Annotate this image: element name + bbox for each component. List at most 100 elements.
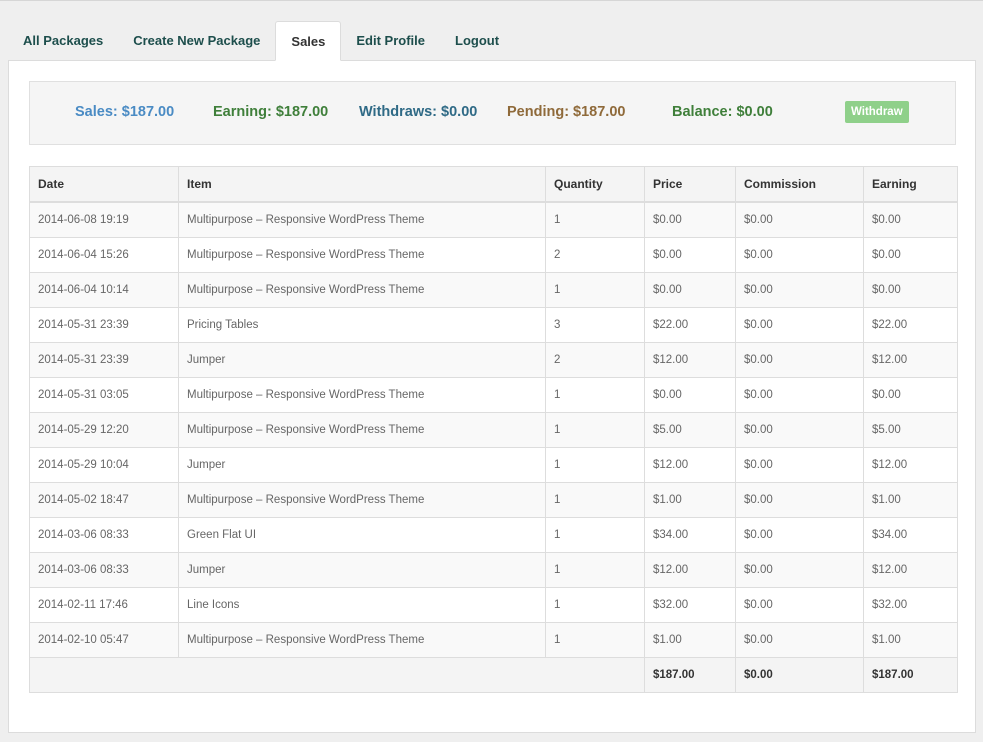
cell-price: $34.00 [644, 517, 736, 553]
cell-item: Jumper [178, 342, 546, 378]
cell-commission: $0.00 [735, 412, 864, 448]
cell-price: $1.00 [644, 482, 736, 518]
table-row: 2014-02-11 17:46 Line Icons 1 $32.00 $0.00 $3… [29, 587, 958, 623]
col-header-price: Price [644, 166, 736, 203]
cell-quantity: 2 [545, 342, 645, 378]
cell-date: 2014-06-08 19:19 [29, 201, 179, 238]
cell-commission: $0.00 [735, 552, 864, 588]
balance-total: Balance: $0.00 [672, 104, 773, 120]
cell-date: 2014-03-06 08:33 [29, 552, 179, 588]
sales-summary: Sales: $187.00 Earning: $187.00 Withdraw… [29, 81, 956, 145]
cell-commission: $0.00 [735, 201, 864, 238]
top-border [0, 0, 983, 1]
cell-date: 2014-05-31 23:39 [29, 342, 179, 378]
cell-item: Multipurpose – Responsive WordPress Them… [178, 201, 546, 238]
cell-quantity: 1 [545, 587, 645, 623]
cell-commission: $0.00 [735, 517, 864, 553]
cell-quantity: 2 [545, 237, 645, 273]
cell-quantity: 1 [545, 622, 645, 658]
cell-earning: $22.00 [863, 307, 958, 343]
cell-quantity: 1 [545, 201, 645, 238]
cell-item: Multipurpose – Responsive WordPress Them… [178, 237, 546, 273]
table-header-row: Date Item Quantity Price Commission Earn… [29, 166, 958, 203]
cell-item: Pricing Tables [178, 307, 546, 343]
cell-date: 2014-05-31 03:05 [29, 377, 179, 413]
cell-item: Green Flat UI [178, 517, 546, 553]
cell-price: $12.00 [644, 552, 736, 588]
cell-earning: $0.00 [863, 237, 958, 273]
cell-quantity: 1 [545, 552, 645, 588]
total-earning: $187.00 [863, 657, 958, 693]
cell-commission: $0.00 [735, 622, 864, 658]
cell-commission: $0.00 [735, 272, 864, 308]
cell-price: $1.00 [644, 622, 736, 658]
col-header-item: Item [178, 166, 546, 203]
cell-date: 2014-06-04 10:14 [29, 272, 179, 308]
cell-price: $32.00 [644, 587, 736, 623]
table-row: 2014-06-08 19:19 Multipurpose – Responsiv… [29, 201, 958, 238]
cell-earning: $12.00 [863, 552, 958, 588]
cell-price: $0.00 [644, 272, 736, 308]
cell-price: $12.00 [644, 447, 736, 483]
cell-earning: $12.00 [863, 447, 958, 483]
cell-item: Multipurpose – Responsive WordPress Them… [178, 377, 546, 413]
cell-quantity: 1 [545, 412, 645, 448]
table-row: 2014-05-31 23:39 Pricing Tables 3 $22.00 $0.… [29, 307, 958, 343]
cell-date: 2014-06-04 15:26 [29, 237, 179, 273]
tab-create-new-package[interactable]: Create New Package [118, 21, 275, 60]
cell-quantity: 1 [545, 377, 645, 413]
total-price: $187.00 [644, 657, 736, 693]
table-row: 2014-05-29 12:20 Multipurpose – Responsiv… [29, 412, 958, 448]
cell-price: $0.00 [644, 201, 736, 238]
table-row: 2014-03-06 08:33 Green Flat UI 1 $34.00 $0.0… [29, 517, 958, 553]
cell-price: $0.00 [644, 377, 736, 413]
total-commission: $0.00 [735, 657, 864, 693]
cell-item: Jumper [178, 552, 546, 588]
cell-commission: $0.00 [735, 342, 864, 378]
cell-date: 2014-05-02 18:47 [29, 482, 179, 518]
table-row: 2014-05-31 23:39 Jumper 2 $12.00 $0.00 $12.00 [29, 342, 958, 378]
tab-edit-profile[interactable]: Edit Profile [341, 21, 440, 60]
cell-commission: $0.00 [735, 237, 864, 273]
cell-item: Multipurpose – Responsive WordPress Them… [178, 272, 546, 308]
sales-total: Sales: $187.00 [75, 104, 175, 120]
cell-date: 2014-05-29 10:04 [29, 447, 179, 483]
table-row: 2014-02-10 05:47 Multipurpose – Responsiv… [29, 622, 958, 658]
totals-row: $187.00 $0.00 $187.00 [29, 657, 958, 693]
cell-price: $0.00 [644, 237, 736, 273]
cell-item: Multipurpose – Responsive WordPress Them… [178, 482, 546, 518]
cell-commission: $0.00 [735, 587, 864, 623]
totals-spacer [29, 657, 645, 693]
cell-quantity: 1 [545, 272, 645, 308]
withdraws-total: Withdraws: $0.00 [359, 104, 478, 120]
tab-sales[interactable]: Sales [275, 21, 342, 61]
nav-tabs: All Packages Create New Package Sales Ed… [8, 21, 514, 61]
sales-table: Date Item Quantity Price Commission Earn… [29, 166, 958, 693]
cell-earning: $1.00 [863, 482, 958, 518]
table-row: 2014-05-31 03:05 Multipurpose – Responsiv… [29, 377, 958, 413]
col-header-quantity: Quantity [545, 166, 645, 203]
cell-earning: $5.00 [863, 412, 958, 448]
col-header-earning: Earning [863, 166, 958, 203]
table-row: 2014-05-29 10:04 Jumper 1 $12.00 $0.00 $12.00 [29, 447, 958, 483]
cell-earning: $1.00 [863, 622, 958, 658]
cell-commission: $0.00 [735, 482, 864, 518]
cell-earning: $0.00 [863, 272, 958, 308]
table-row: 2014-06-04 15:26 Multipurpose – Responsiv… [29, 237, 958, 273]
cell-date: 2014-03-06 08:33 [29, 517, 179, 553]
cell-price: $5.00 [644, 412, 736, 448]
cell-date: 2014-05-29 12:20 [29, 412, 179, 448]
tab-logout[interactable]: Logout [440, 21, 514, 60]
cell-quantity: 1 [545, 517, 645, 553]
table-row: 2014-06-04 10:14 Multipurpose – Responsiv… [29, 272, 958, 308]
cell-item: Multipurpose – Responsive WordPress Them… [178, 622, 546, 658]
cell-earning: $12.00 [863, 342, 958, 378]
withdraw-button[interactable]: Withdraw [845, 101, 909, 123]
cell-commission: $0.00 [735, 447, 864, 483]
tab-all-packages[interactable]: All Packages [8, 21, 118, 60]
col-header-date: Date [29, 166, 179, 203]
pending-total: Pending: $187.00 [507, 104, 626, 120]
cell-commission: $0.00 [735, 377, 864, 413]
cell-commission: $0.00 [735, 307, 864, 343]
cell-earning: $34.00 [863, 517, 958, 553]
